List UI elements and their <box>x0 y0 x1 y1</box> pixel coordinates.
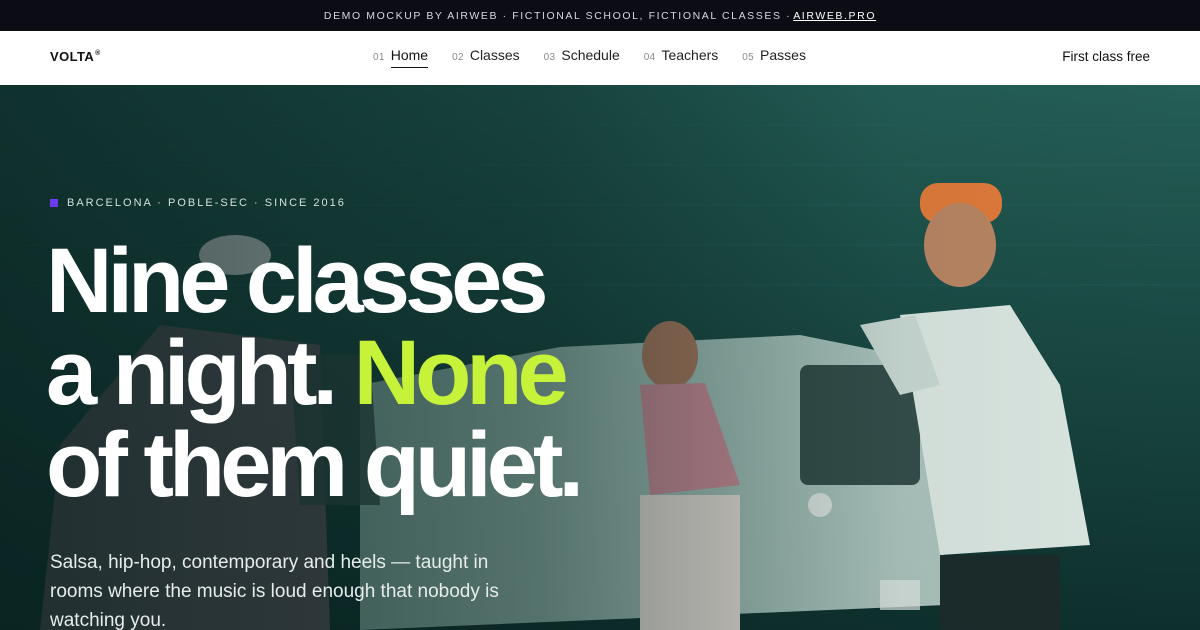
square-icon <box>50 199 58 207</box>
demo-banner: DEMO MOCKUP BY AIRWEB · FICTIONAL SCHOOL… <box>0 0 1200 31</box>
nav-item-label: Schedule <box>561 47 620 63</box>
nav-item-number: 03 <box>543 52 556 63</box>
airweb-link[interactable]: AIRWEB.PRO <box>793 10 876 22</box>
demo-banner-text: DEMO MOCKUP BY AIRWEB · FICTIONAL SCHOOL… <box>323 9 792 22</box>
nav-item-label: Passes <box>760 47 806 63</box>
first-class-free-link[interactable]: First class free <box>1062 49 1150 64</box>
nav-item-passes[interactable]: 05 Passes <box>742 47 806 68</box>
headline-line-3: of them quiet. <box>46 414 584 516</box>
eyebrow-text: BARCELONA · POBLE-SEC · SINCE 2016 <box>67 197 346 209</box>
nav-item-number: 04 <box>643 52 656 63</box>
headline-line-2a: a night. <box>46 322 338 424</box>
hero-section: BARCELONA · POBLE-SEC · SINCE 2016 Nine … <box>0 85 1200 630</box>
logo[interactable]: VOLTA® <box>50 49 101 64</box>
nav-item-classes[interactable]: 02 Classes <box>452 47 520 68</box>
nav-item-schedule[interactable]: 03 Schedule <box>544 47 620 68</box>
hero-headline: Nine classes a night. None of them quiet… <box>46 235 584 511</box>
nav-item-number: 05 <box>742 52 755 63</box>
top-navigation: VOLTA® 01 Home 02 Classes 03 Schedule 04… <box>0 31 1200 85</box>
hero-subtitle: Salsa, hip-hop, contemporary and heels —… <box>50 552 499 630</box>
nav-item-label: Teachers <box>661 47 719 63</box>
registered-mark: ® <box>95 50 101 57</box>
logo-text: VOLTA <box>50 49 95 64</box>
nav-item-home[interactable]: 01 Home <box>373 47 429 68</box>
headline-highlight: None <box>353 322 569 424</box>
hero-eyebrow: BARCELONA · POBLE-SEC · SINCE 2016 <box>50 197 346 209</box>
nav-item-number: 01 <box>373 52 385 63</box>
nav-item-label: Home <box>390 47 429 68</box>
nav-item-teachers[interactable]: 04 Teachers <box>644 47 719 68</box>
nav-item-label: Classes <box>469 47 520 63</box>
headline-line-1: Nine classes <box>46 230 548 332</box>
main-menu: 01 Home 02 Classes 03 Schedule 04 Teache… <box>373 47 830 68</box>
nav-item-number: 02 <box>452 52 464 63</box>
